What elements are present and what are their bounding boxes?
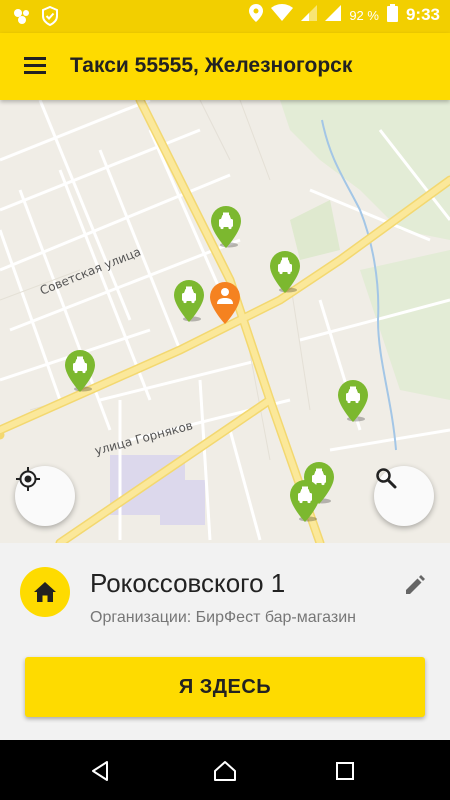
home-icon: [34, 582, 56, 602]
taxi-pin[interactable]: [336, 378, 370, 422]
search-icon: [376, 468, 397, 489]
pencil-icon: [406, 575, 425, 594]
signal-icon: [325, 5, 342, 25]
map-view[interactable]: Советская улица улица Горняков: [0, 100, 450, 543]
wifi-icon: [271, 4, 294, 26]
home-button[interactable]: [20, 567, 70, 617]
address-main[interactable]: Рокоссовского 1: [90, 568, 285, 599]
battery-percent: 92 %: [349, 7, 379, 23]
street-label-sovetskaya: Советская улица: [38, 245, 143, 298]
taxi-pin[interactable]: [209, 204, 243, 248]
app-title: Такси 55555, Железногорск: [70, 54, 353, 77]
shield-check-icon: [42, 5, 58, 31]
edit-address-button[interactable]: [398, 568, 432, 602]
sync-icon: [12, 7, 32, 30]
taxi-pin[interactable]: [63, 348, 97, 392]
i-am-here-button[interactable]: Я ЗДЕСЬ: [25, 657, 425, 717]
taxi-pin[interactable]: [172, 278, 206, 322]
system-nav-bar: [0, 740, 450, 800]
home-outline-icon[interactable]: [205, 755, 245, 787]
my-location-button[interactable]: [15, 466, 75, 526]
taxi-pin[interactable]: [288, 478, 322, 522]
user-location-pin[interactable]: [208, 280, 242, 324]
location-icon: [249, 4, 264, 26]
signal-icon: [301, 5, 318, 25]
app-bar: Такси 55555, Железногорск: [0, 33, 450, 100]
my-location-icon: [16, 467, 40, 491]
recents-icon[interactable]: [325, 755, 365, 787]
status-time: 9:33: [405, 5, 440, 24]
search-button[interactable]: [374, 466, 434, 526]
hamburger-menu-icon[interactable]: [15, 53, 55, 81]
status-bar: 92 % 9:33: [0, 0, 450, 33]
address-organization: Организации: БирФест бар-магазин: [90, 609, 356, 626]
battery-icon: [386, 4, 398, 26]
taxi-pin[interactable]: [268, 249, 302, 293]
back-icon[interactable]: [80, 755, 120, 787]
